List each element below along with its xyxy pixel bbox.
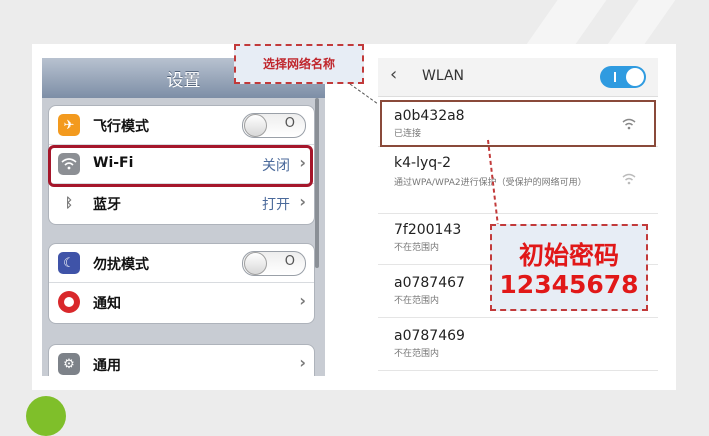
callout-text: 选择网络名称 (262, 57, 335, 71)
initial-password-label: 初始密码 (518, 241, 619, 270)
select-network-callout: 选择网络名称 (234, 44, 364, 84)
initial-password-callout: 初始密码 12345678 (490, 224, 648, 311)
initial-password-value: 12345678 (499, 270, 639, 299)
decorative-circle (26, 396, 66, 436)
